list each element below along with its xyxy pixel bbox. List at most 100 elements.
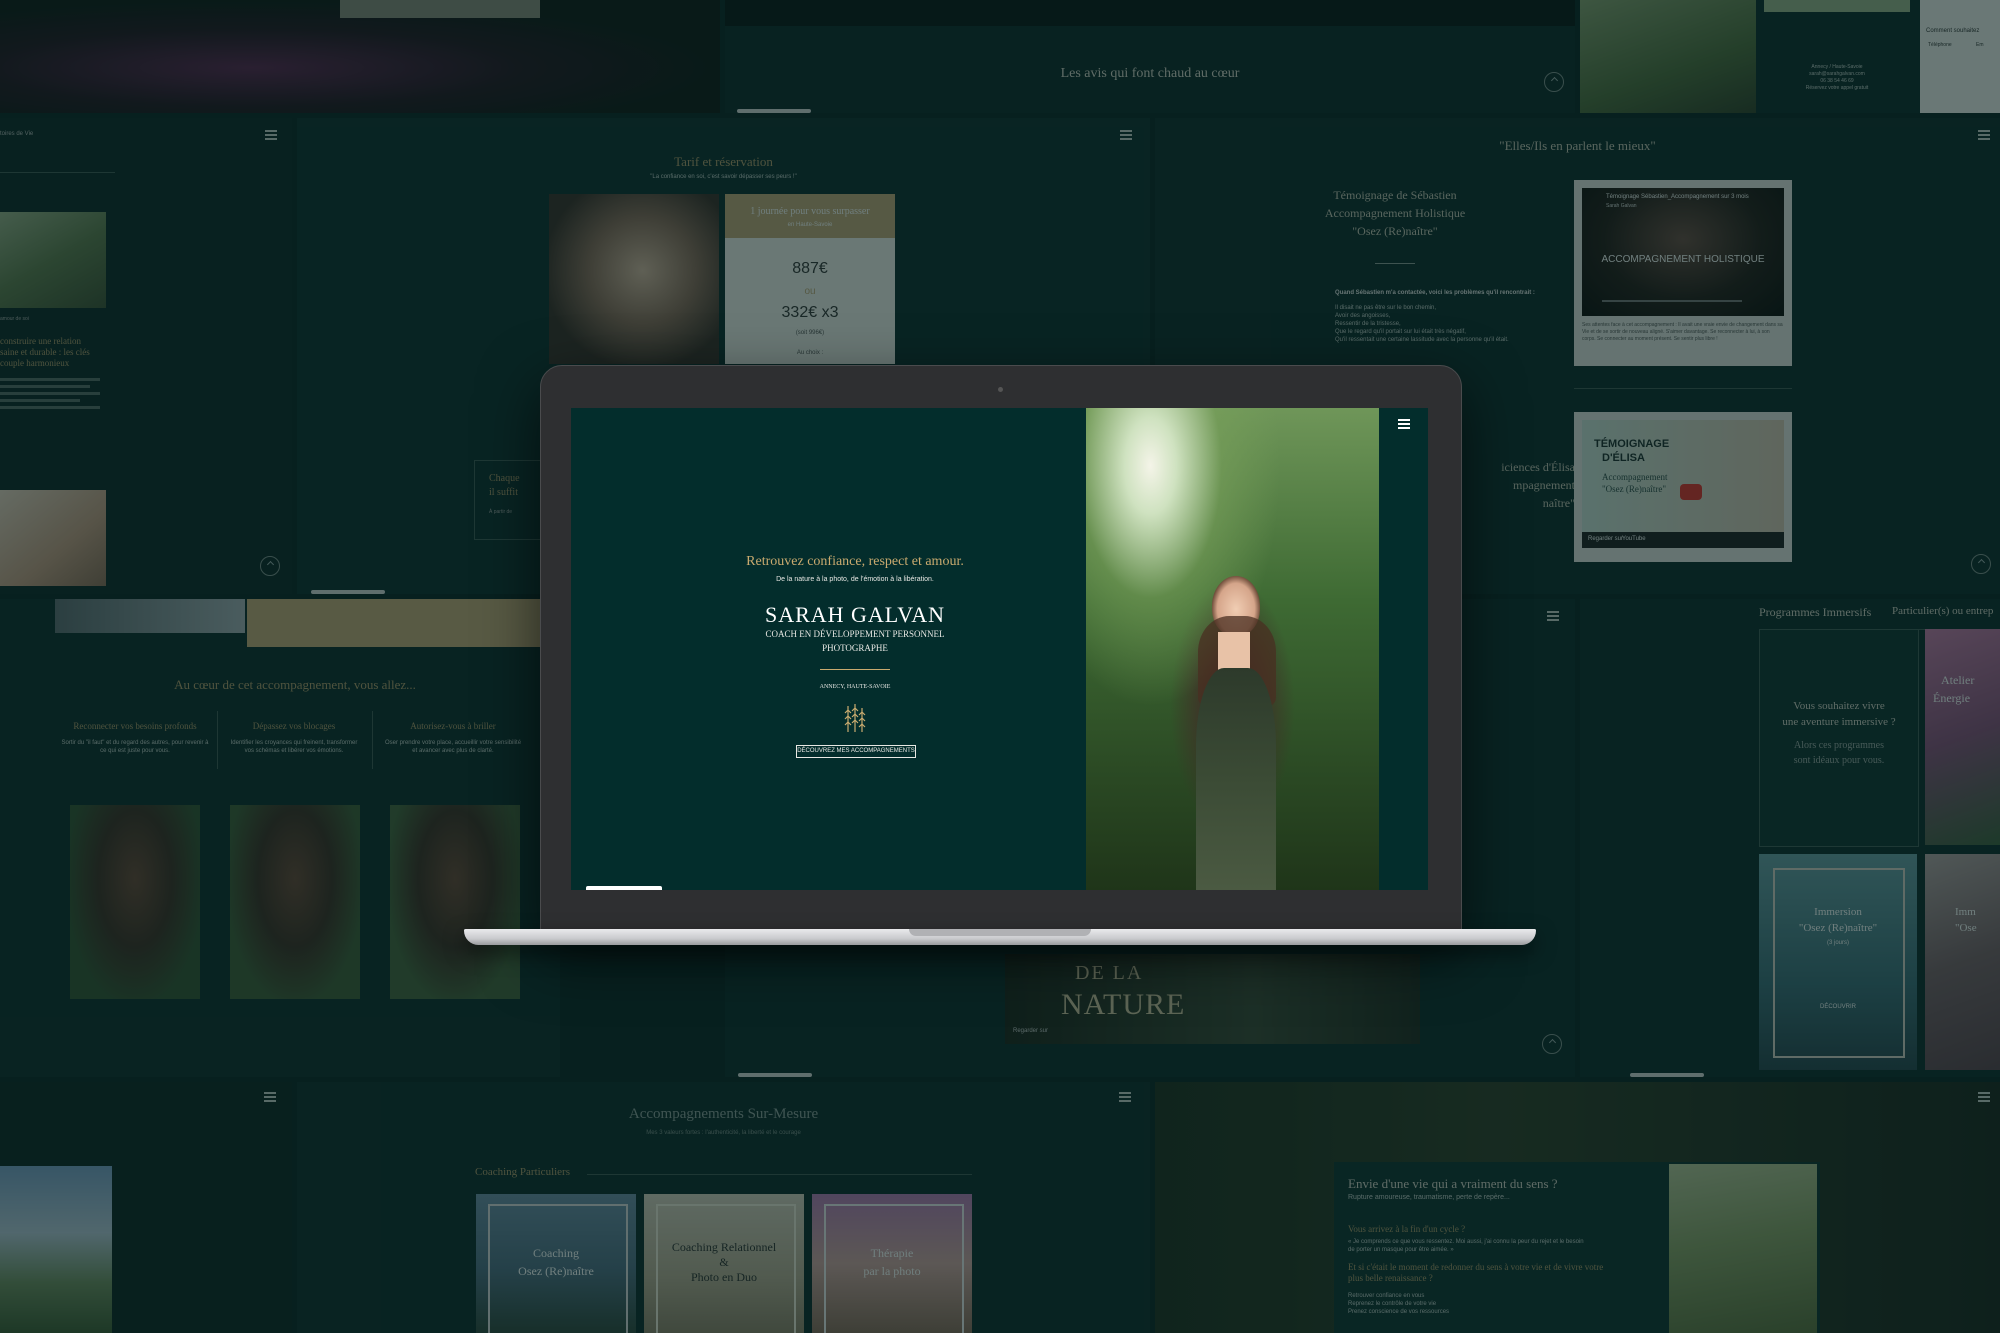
hero-location: ANNECY, HAUTE-SAVOIE [819,684,891,690]
card3-l4[interactable]: DÉCOUVRIR [1759,1004,1917,1010]
couple-heading1: construire une relation [0,336,81,346]
tile-sens: Envie d'une vie qui a vraiment du sens ?… [1155,1082,2000,1333]
scroll-top-icon[interactable] [1544,72,1564,92]
hero-portrait [1178,576,1288,890]
hero-role2: PHOTOGRAPHE [822,643,888,653]
seb-intro: Quand Sébastien m'a contactée, voici les… [1335,290,1535,296]
surmesure-subtitle: Mes 3 valeurs fortes : l'authenticité, l… [646,1130,801,1136]
video2-t1: TÉMOIGNAGE [1594,438,1670,450]
coeur-col: Dépassez vos blocages Identifier les cro… [228,721,360,755]
woman-photo [230,805,360,999]
coeur-col-title: Reconnecter vos besoins profonds [73,721,197,731]
scroll-top-icon[interactable] [260,556,280,576]
video1-player[interactable]: Témoignage Sébastien_Accompagnement sur … [1582,188,1784,316]
video1-title: Témoignage Sébastien_Accompagnement sur … [1606,194,1749,200]
coeur-col-title: Dépassez vos blocages [252,721,336,731]
menu-icon[interactable] [1398,419,1410,429]
tile-coeur: Au cœur de cet accompagnement, vous alle… [0,599,560,1077]
menu-icon[interactable] [1978,1092,1990,1102]
info-line3: À partir de [489,509,513,515]
nav-label: toires de Vie [0,131,34,137]
coeur-col-title: Autorisez-vous à briller [410,721,496,731]
programme-card[interactable]: Imm "Ose [1925,854,2000,1070]
video2-t4: "Osez (Re)naître" [1602,484,1667,494]
hero-subline: De la nature à la photo, de l'émotion à … [776,576,934,583]
info-line2: il suffit [489,487,518,498]
hero-sidebar [1379,408,1428,890]
coeur-col: Reconnecter vos besoins profonds Sortir … [60,721,210,755]
menu-icon[interactable] [265,130,277,140]
menu-icon[interactable] [1120,130,1132,140]
contact-label: Comment souhaitez [1926,28,1980,34]
card-title: 1 journée pour vous surpasser [750,206,870,217]
programme-card[interactable]: Immersion "Osez (Re)naître" (3 jours) DÉ… [1759,854,1917,1070]
video1-card[interactable]: Témoignage Sébastien_Accompagnement sur … [1574,180,1792,366]
scroll-indicator[interactable] [586,886,662,890]
price1: 887 [792,260,819,277]
card-l1: Coaching [533,1246,579,1260]
contact-addr3: 06 38 54 46 69 [1820,78,1854,84]
tile-contact: Annecy / Haute-Savoie sarah@sarahgalvan.… [1580,0,2000,113]
small-photo [340,0,540,18]
surmesure-title: Accompagnements Sur-Mesure [628,1106,819,1122]
phone-label[interactable]: Téléphone [1928,42,1952,48]
scroll-top-icon[interactable] [1542,1034,1562,1054]
card1-l3: Alors ces programmes [1794,740,1884,751]
video2-card[interactable]: TÉMOIGNAGE D'ÉLISA Accompagnement "Osez … [1574,412,1792,562]
video2-player[interactable]: TÉMOIGNAGE D'ÉLISA Accompagnement "Osez … [1582,420,1784,548]
sens-subtitle: Rupture amoureuse, traumatisme, perte de… [1348,1194,1510,1201]
seb-line: Que le regard qu'il portait sur lui étai… [1335,329,1466,335]
laptop-base [464,929,1536,945]
seb-title3: "Osez (Re)naître" [1352,224,1438,238]
coeur-title: Au cœur de cet accompagnement, vous alle… [174,677,416,692]
card1-l4: sont idéaux pour vous. [1793,755,1885,766]
sens-bullet: Prenez conscience de vos ressources [1348,1309,1450,1315]
menu-icon[interactable] [264,1092,276,1102]
temoignages-title: "Elles/Ils en parlent le mieux" [1499,138,1656,153]
couple-heading3: couple harmonieux [0,358,70,368]
nature-video[interactable]: DE LA NATURE Regarder sur [1005,954,1420,1044]
coaching-card[interactable]: Coaching Osez (Re)naître [476,1194,636,1333]
video2-footer[interactable]: Regarder sur [1588,536,1623,542]
video1-channel: Sarah Galvan [1606,203,1637,209]
coaching-card[interactable]: Coaching Relationnel & Photo en Duo [644,1194,804,1333]
hands-photo [0,490,106,586]
programme-card[interactable]: Atelier Énergie [1925,629,2000,845]
tab-programmes[interactable]: Programmes Immersifs [1759,605,1871,620]
seb-line: Ressentir de la tristesse, [1335,321,1401,327]
nature-footer[interactable]: Regarder sur [1013,1028,1048,1034]
menu-icon[interactable] [1547,611,1559,621]
video1-overlay: ACCOMPAGNEMENT HOLISTIQUE [1601,254,1765,265]
programme-card[interactable]: Vous souhaitez vivre une aventure immers… [1759,629,1919,847]
card-l2: par la photo [863,1264,921,1278]
sens-panel: Envie d'une vie qui a vraiment du sens ?… [1334,1162,1820,1333]
menu-icon[interactable] [1119,1092,1131,1102]
tile-top-left [0,0,720,113]
couple-heading2: saine et durable : les clés [0,347,90,357]
price-card: 1 journée pour vous surpasser en Haute-S… [725,194,895,364]
contact-addr2: sarah@sarahgalvan.com [1809,71,1865,77]
card-l1: Thérapie [870,1246,914,1260]
cta-button[interactable]: DÉCOUVREZ MES ACCOMPAGNEMENTS [796,745,916,758]
couple-photo [0,212,106,308]
woman-meadow-photo [1669,1164,1817,1333]
tile-avis: Les avis qui font chaud au cœur [725,0,1575,113]
card-sub: en Haute-Savoie [787,222,833,228]
card3-l1: Immersion [1814,906,1862,918]
sens-bullets: Retrouver confiance en vous Reprenez le … [1348,1292,1449,1316]
video2-t2: D'ÉLISA [1602,452,1645,464]
hero-tagline: Retrouvez confiance, respect et amour. [746,554,964,569]
scroll-top-icon[interactable] [1971,554,1991,574]
seb-line: Il disait ne pas être sur le bon chemin, [1335,305,1437,311]
youtube-play-icon[interactable] [1680,484,1702,500]
portrait-photo [549,194,719,364]
contact-form: Comment souhaitez Téléphone Em [1920,0,2000,113]
coaching-card[interactable]: Thérapie par la photo [812,1194,972,1333]
tab-particuliers[interactable]: Particulier(s) ou entrep [1892,605,1993,617]
laptop-mockup: Retrouvez confiance, respect et amour. D… [464,365,1536,955]
nature-line1: DE LA [1075,962,1144,984]
email-label[interactable]: Em [1976,42,1984,48]
card2-l1: Atelier [1941,673,1975,687]
sens-title: Envie d'une vie qui a vraiment du sens ? [1348,1176,1558,1191]
youtube-label: YouTube [1622,536,1646,542]
